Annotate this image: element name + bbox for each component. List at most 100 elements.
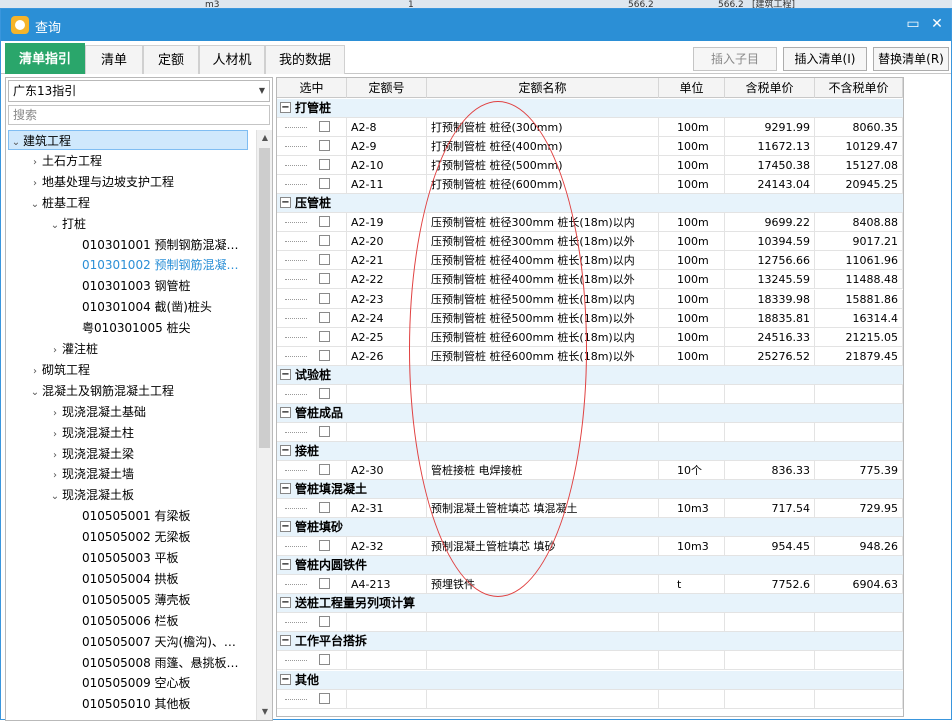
collapse-icon[interactable]: − (280, 559, 291, 571)
tree-item[interactable]: 010505004 拱板 (82, 569, 179, 589)
tree-item[interactable]: ⌄ 桩基工程 (28, 193, 90, 213)
scroll-up-icon[interactable]: ▲ (257, 130, 273, 146)
chevron-right-icon[interactable]: › (28, 362, 42, 382)
title-bar[interactable]: 查询 ▭ ✕ (1, 9, 951, 41)
table-row[interactable] (277, 613, 903, 633)
table-row[interactable]: A4-213 预埋铁件 t 7752.6 6904.63 (277, 575, 903, 595)
tree-item[interactable]: › 砌筑工程 (28, 360, 90, 380)
table-row[interactable]: A2-21 压预制管桩 桩径400mm 桩长(18m)以内 100m 12756.66… (277, 251, 903, 271)
table-row[interactable]: A2-32 预制混凝土管桩填芯 填砂 10m3 954.45 948.26 (277, 537, 903, 557)
tree-item[interactable]: 010505001 有梁板 (82, 506, 191, 526)
guide-select[interactable]: 广东13指引 ▼ (8, 80, 270, 102)
col-header-select[interactable]: 选中 (277, 78, 347, 98)
collapse-icon[interactable]: − (280, 368, 291, 380)
tree-item[interactable]: › 现浇混凝土墙 (48, 464, 134, 484)
table-row[interactable] (277, 651, 903, 671)
collapse-icon[interactable]: − (280, 521, 291, 533)
group-row[interactable]: − 送桩工程量另列项计算 (277, 594, 903, 614)
tree-item[interactable]: 010505007 天沟(檐沟)、… (82, 632, 236, 652)
table-row[interactable]: A2-26 压预制管桩 桩径600mm 桩长(18m)以外 100m 25276.52… (277, 346, 903, 366)
table-row[interactable] (277, 689, 903, 709)
table-row[interactable]: A2-19 压预制管桩 桩径300mm 桩长(18m)以内 100m 9699.22 8… (277, 213, 903, 233)
table-row[interactable] (277, 422, 903, 442)
tab-list[interactable]: 清单 (85, 45, 143, 74)
maximize-icon[interactable]: ▭ (905, 16, 921, 32)
tree-item[interactable]: › 现浇混凝土柱 (48, 423, 134, 443)
group-row[interactable]: − 管桩填混凝土 (277, 480, 903, 499)
collapse-icon[interactable]: − (280, 444, 291, 456)
table-row[interactable]: A2-24 压预制管桩 桩径500mm 桩长(18m)以外 100m 18835.81… (277, 308, 903, 328)
tree-item[interactable]: 010505010 其他板 (82, 694, 191, 714)
collapse-icon[interactable]: − (280, 597, 291, 609)
chevron-right-icon[interactable]: › (48, 425, 62, 445)
tree-item[interactable]: › 灌注桩 (48, 339, 98, 359)
tree-item[interactable]: › 现浇混凝土基础 (48, 402, 146, 422)
table-row[interactable]: A2-11 打预制管桩 桩径(600mm) 100m 24143.04 20945.25 (277, 175, 903, 195)
search-input[interactable]: 搜索 (8, 105, 270, 125)
scroll-thumb[interactable] (259, 148, 270, 448)
col-header-price-notax[interactable]: 不含税单价 (815, 78, 903, 98)
table-row[interactable]: A2-31 预制混凝土管桩填芯 填混凝土 10m3 717.54 729.95 (277, 499, 903, 519)
tree-item[interactable]: › 地基处理与边坡支护工程 (28, 172, 174, 192)
table-row[interactable]: A2-8 打预制管桩 桩径(300mm) 100m 9291.99 8060.35 (277, 118, 903, 138)
tree-item[interactable]: 010505003 平板 (82, 548, 179, 568)
group-row[interactable]: − 打管桩 (277, 99, 903, 118)
tree-item[interactable]: 粤010301005 桩尖 (82, 318, 191, 338)
tree-scrollbar[interactable]: ▲ ▼ (256, 130, 272, 720)
tree-item[interactable]: 010301002 预制钢筋混凝… (82, 255, 239, 275)
tree-item[interactable]: 010505006 栏板 (82, 611, 179, 631)
col-header-price-tax[interactable]: 含税单价 (725, 78, 815, 98)
tree-item[interactable]: ⌄ 混凝土及钢筋混凝土工程 (28, 381, 174, 401)
group-row[interactable]: − 管桩成品 (277, 403, 903, 423)
tab-list-guide[interactable]: 清单指引 (5, 43, 85, 74)
chevron-right-icon[interactable]: › (48, 404, 62, 424)
table-row[interactable]: A2-20 压预制管桩 桩径300mm 桩长(18m)以外 100m 10394.59… (277, 232, 903, 252)
group-row[interactable]: − 试验桩 (277, 365, 903, 385)
tab-my-data[interactable]: 我的数据 (265, 45, 345, 74)
table-row[interactable]: A2-25 压预制管桩 桩径600mm 桩长(18m)以内 100m 24516.33… (277, 327, 903, 347)
tree-item[interactable]: 010505008 雨篷、悬挑板… (82, 653, 239, 673)
table-row[interactable] (277, 384, 903, 404)
chevron-right-icon[interactable]: › (28, 153, 42, 173)
tree-item[interactable]: 010301004 截(凿)桩头 (82, 297, 212, 317)
chevron-right-icon[interactable]: › (48, 341, 62, 361)
tab-quota[interactable]: 定额 (143, 45, 199, 74)
collapse-icon[interactable]: − (280, 406, 291, 418)
chevron-down-icon[interactable]: ⌄ (48, 487, 62, 507)
group-row[interactable]: − 管桩填砂 (277, 518, 903, 538)
collapse-icon[interactable]: − (280, 483, 291, 494)
collapse-icon[interactable]: − (280, 102, 291, 113)
tree-item[interactable]: 010301001 预制钢筋混凝… (82, 235, 239, 255)
table-row[interactable]: A2-30 管桩接桩 电焊接桩 10个 836.33 775.39 (277, 460, 903, 480)
group-row[interactable]: − 管桩内圆铁件 (277, 556, 903, 576)
table-row[interactable]: A2-9 打预制管桩 桩径(400mm) 100m 11672.13 10129.47 (277, 137, 903, 157)
chevron-down-icon[interactable]: ⌄ (9, 133, 23, 153)
col-header-code[interactable]: 定额号 (347, 78, 427, 98)
tree-item[interactable]: ⌄ 打桩 (48, 214, 86, 234)
col-header-name[interactable]: 定额名称 (427, 78, 659, 98)
insert-child-button[interactable]: 插入子目 (693, 47, 777, 71)
tree-item[interactable]: 010301003 钢管桩 (82, 276, 191, 296)
replace-list-button[interactable]: 替换清单(R) (873, 47, 949, 71)
collapse-icon[interactable]: − (280, 673, 291, 685)
collapse-icon[interactable]: − (280, 197, 291, 209)
tree-item[interactable]: › 土石方工程 (28, 151, 102, 171)
tree-item[interactable]: 010505002 无梁板 (82, 527, 191, 547)
tree-item[interactable]: ⌄ 现浇混凝土板 (48, 485, 134, 505)
close-icon[interactable]: ✕ (929, 16, 945, 32)
chevron-right-icon[interactable]: › (28, 174, 42, 194)
group-row[interactable]: − 接桩 (277, 441, 903, 461)
col-header-unit[interactable]: 单位 (659, 78, 725, 98)
group-row[interactable]: − 压管桩 (277, 194, 903, 214)
tree-item[interactable]: 010505005 薄壳板 (82, 590, 191, 610)
scroll-down-icon[interactable]: ▼ (257, 704, 273, 720)
table-row[interactable]: A2-23 压预制管桩 桩径500mm 桩长(18m)以内 100m 18339.98… (277, 289, 903, 309)
collapse-icon[interactable]: − (280, 635, 291, 647)
table-row[interactable]: A2-10 打预制管桩 桩径(500mm) 100m 17450.38 15127.08 (277, 156, 903, 176)
group-row[interactable]: − 其他 (277, 670, 903, 690)
chevron-down-icon[interactable]: ⌄ (28, 195, 42, 215)
chevron-down-icon[interactable]: ▼ (259, 81, 265, 101)
chevron-right-icon[interactable]: › (48, 466, 62, 486)
chevron-right-icon[interactable]: › (48, 446, 62, 466)
table-row[interactable]: A2-22 压预制管桩 桩径400mm 桩长(18m)以外 100m 13245.59… (277, 270, 903, 290)
